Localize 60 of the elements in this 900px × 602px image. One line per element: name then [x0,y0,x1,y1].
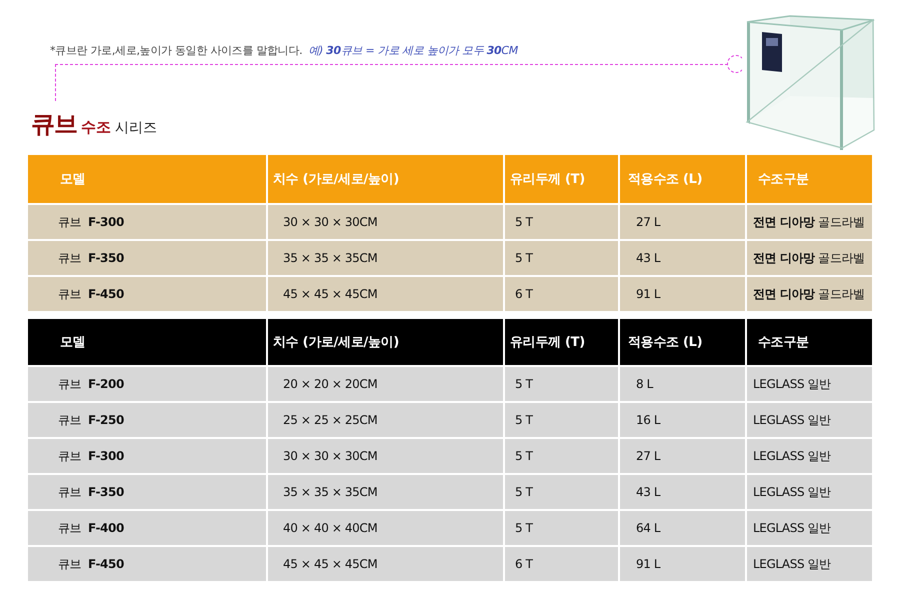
thickness-cell: 5 T [505,241,618,275]
size-cell: 25 × 25 × 25CM [268,403,503,437]
type-cell: LEGLASS 일반 [747,547,872,581]
model-cell: 큐브 F-450 [28,277,266,311]
type-cell: LEGLASS 일반 [747,367,872,401]
size-cell: 45 × 45 × 45CM [268,547,503,581]
example-text: 예) 30큐브 = 가로 세로 높이가 모두 30CM [308,43,518,58]
column-header: 모델 [28,319,266,365]
volume-cell: 64 L [620,511,745,545]
type-cell: LEGLASS 일반 [747,475,872,509]
size-cell: 30 × 30 × 30CM [268,439,503,473]
size-cell: 35 × 35 × 35CM [268,475,503,509]
column-header: 모델 [28,155,266,203]
model-cell: 큐브 F-400 [28,511,266,545]
size-cell: 20 × 20 × 20CM [268,367,503,401]
thickness-cell: 5 T [505,403,618,437]
column-header: 유리두께 (T) [505,155,618,203]
column-header: 수조구분 [747,319,872,365]
column-header: 치수 (가로/세로/높이) [268,155,503,203]
model-cell: 큐브 F-350 [28,241,266,275]
series-suffix: 시리즈 [115,119,157,137]
volume-cell: 43 L [620,475,745,509]
thickness-cell: 5 T [505,205,618,239]
thickness-cell: 6 T [505,277,618,311]
volume-cell: 91 L [620,547,745,581]
column-header: 적용수조 (L) [620,319,745,365]
note-text: *큐브란 가로,세로,높이가 동일한 사이즈를 말합니다. [50,43,302,58]
model-cell: 큐브 F-350 [28,475,266,509]
model-cell: 큐브 F-250 [28,403,266,437]
type-cell: LEGLASS 일반 [747,439,872,473]
thickness-cell: 5 T [505,511,618,545]
type-cell: 전면 디아망 골드라벨 [747,241,872,275]
column-header: 수조구분 [747,155,872,203]
volume-cell: 27 L [620,439,745,473]
column-header: 유리두께 (T) [505,319,618,365]
type-cell: LEGLASS 일반 [747,511,872,545]
model-cell: 큐브 F-300 [28,205,266,239]
model-cell: 큐브 F-450 [28,547,266,581]
model-cell: 큐브 F-300 [28,439,266,473]
size-cell: 35 × 35 × 35CM [268,241,503,275]
size-cell: 40 × 40 × 40CM [268,511,503,545]
type-cell: 전면 디아망 골드라벨 [747,205,872,239]
volume-cell: 43 L [620,241,745,275]
volume-cell: 8 L [620,367,745,401]
volume-cell: 91 L [620,277,745,311]
type-cell: LEGLASS 일반 [747,403,872,437]
column-header: 적용수조 (L) [620,155,745,203]
model-cell: 큐브 F-200 [28,367,266,401]
type-cell: 전면 디아망 골드라벨 [747,277,872,311]
thickness-cell: 5 T [505,367,618,401]
thickness-cell: 5 T [505,439,618,473]
series-subtitle: 수조 [81,118,111,137]
series-title: 큐브 [31,109,77,140]
size-cell: 45 × 45 × 45CM [268,277,503,311]
volume-cell: 16 L [620,403,745,437]
size-cell: 30 × 30 × 30CM [268,205,503,239]
volume-cell: 27 L [620,205,745,239]
column-header: 치수 (가로/세로/높이) [268,319,503,365]
thickness-cell: 6 T [505,547,618,581]
thickness-cell: 5 T [505,475,618,509]
